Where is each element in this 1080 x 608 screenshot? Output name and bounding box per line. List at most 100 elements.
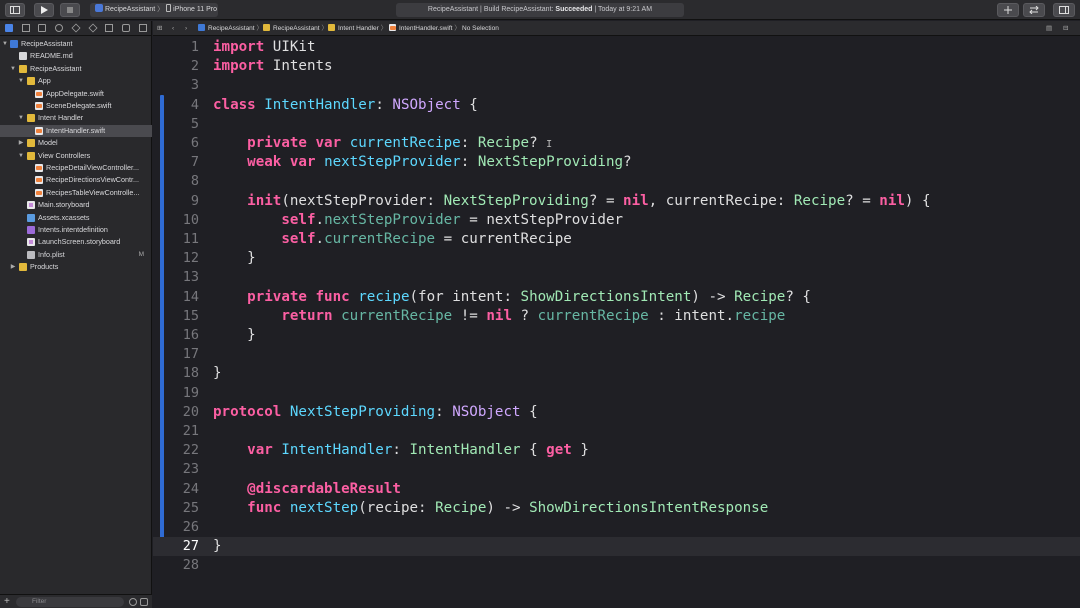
source-control-tab-icon[interactable] xyxy=(22,24,30,32)
tree-item[interactable]: ▶ Products xyxy=(0,261,152,273)
project-navigator: ▼ RecipeAssistant README.md ▼ RecipeAssist… xyxy=(0,21,152,608)
folder-icon xyxy=(27,77,35,86)
code-line[interactable]: 5 xyxy=(153,115,1080,134)
tree-item[interactable]: RecipeDetailViewController... xyxy=(0,162,152,174)
code-line[interactable]: 8 xyxy=(153,172,1080,191)
folder-icon xyxy=(27,114,35,123)
tree-item[interactable]: ▼ RecipeAssistant xyxy=(0,38,152,50)
storyboard-icon xyxy=(27,201,35,210)
inspectors-toggle-button[interactable] xyxy=(1053,3,1075,17)
code-line[interactable]: 12 } xyxy=(153,249,1080,268)
scheme-selector[interactable]: RecipeAssistant 〉 iPhone 11 Pro xyxy=(90,3,218,17)
test-tab-icon[interactable] xyxy=(88,23,98,33)
run-button[interactable] xyxy=(34,3,54,17)
forward-arrow-icon[interactable]: › xyxy=(185,21,187,36)
stop-button[interactable] xyxy=(60,3,80,17)
code-line[interactable]: 25 func nextStep(recipe: Recipe) -> Show… xyxy=(153,499,1080,518)
project-icon xyxy=(10,40,18,48)
scheme-label: RecipeAssistant xyxy=(105,6,156,13)
tree-item[interactable]: Intents.intentdefinition xyxy=(0,224,152,236)
storyboard-icon xyxy=(27,238,35,247)
filter-input[interactable]: Filter xyxy=(16,597,124,607)
code-line[interactable]: 2 import Intents xyxy=(153,57,1080,76)
code-line[interactable]: 23 xyxy=(153,460,1080,479)
add-file-plus-icon[interactable]: + xyxy=(4,595,10,608)
breadcrumb-file[interactable]: IntentHandler.swift 〉 xyxy=(389,21,461,36)
tree-item[interactable]: RecipesTableViewControlle... xyxy=(0,187,152,199)
tree-item[interactable]: Info.plist M xyxy=(0,249,152,261)
hide-navigator-button[interactable] xyxy=(5,3,25,17)
swift-file-icon xyxy=(35,126,43,135)
code-line[interactable]: 7 weak var nextStepProvider: NextStepPro… xyxy=(153,153,1080,172)
library-button[interactable] xyxy=(997,3,1019,17)
code-line[interactable]: 26 xyxy=(153,518,1080,537)
code-line[interactable]: 28 xyxy=(153,556,1080,575)
tree-item[interactable]: ▼ RecipeAssistant xyxy=(0,63,152,75)
source-editor[interactable]: 1 import UIKit 2 import Intents 3 4 class I… xyxy=(153,37,1080,608)
folder-icon xyxy=(19,64,27,73)
text-cursor-icon: I xyxy=(546,139,553,150)
code-line[interactable]: 19 xyxy=(153,384,1080,403)
tree-item[interactable]: RecipeDirectionsViewContr... xyxy=(0,174,152,186)
breadcrumb-folder[interactable]: Intent Handler 〉 xyxy=(328,21,387,36)
code-line[interactable]: 17 xyxy=(153,345,1080,364)
folder-icon xyxy=(328,24,335,31)
navigator-filter-bar: + Filter xyxy=(0,594,152,608)
tree-item[interactable]: Assets.xcassets xyxy=(0,212,152,224)
tree-item[interactable]: ▼ View Controllers xyxy=(0,150,152,162)
code-line[interactable]: 3 xyxy=(153,76,1080,95)
code-review-button[interactable] xyxy=(1023,3,1045,17)
toolbar: RecipeAssistant 〉 iPhone 11 Pro RecipeAss… xyxy=(0,0,1080,20)
swift-file-icon xyxy=(35,176,43,185)
report-tab-icon[interactable] xyxy=(139,24,147,32)
code-line[interactable]: 16 } xyxy=(153,326,1080,345)
folder-icon xyxy=(19,263,27,272)
tree-item[interactable]: ▼ App xyxy=(0,75,152,87)
tree-item[interactable]: ▼ Intent Handler xyxy=(0,112,152,124)
tree-item[interactable]: README.md xyxy=(0,50,152,62)
symbol-tab-icon[interactable] xyxy=(38,24,46,32)
breadcrumb-project[interactable]: RecipeAssistant 〉 xyxy=(198,21,263,36)
folder-tab-icon[interactable] xyxy=(5,24,13,32)
swap-arrows-icon xyxy=(1029,6,1039,14)
tree-item[interactable]: LaunchScreen.storyboard xyxy=(0,236,152,248)
code-line-current[interactable]: 27} xyxy=(153,537,1080,557)
breadcrumb-selection[interactable]: No Selection xyxy=(462,21,499,36)
search-tab-icon[interactable] xyxy=(55,24,63,32)
code-line[interactable]: 15 return currentRecipe != nil ? current… xyxy=(153,307,1080,326)
adjust-editor-icon[interactable]: ▤ xyxy=(1046,21,1052,36)
breakpoint-tab-icon[interactable] xyxy=(122,24,130,32)
recent-files-icon[interactable] xyxy=(129,598,137,606)
related-items-icon[interactable]: ⊞ xyxy=(157,21,162,36)
code-line[interactable]: 4 class IntentHandler: NSObject { xyxy=(153,96,1080,115)
folder-icon xyxy=(27,151,35,160)
play-icon xyxy=(41,6,48,14)
code-line[interactable]: 24 @discardableResult xyxy=(153,480,1080,499)
tree-item[interactable]: AppDelegate.swift xyxy=(0,88,152,100)
code-line[interactable]: 9 init(nextStepProvider: NextStepProvidi… xyxy=(153,192,1080,211)
code-line[interactable]: 10 self.nextStepProvider = nextStepProvi… xyxy=(153,211,1080,230)
tree-item-selected[interactable]: IntentHandler.swift xyxy=(0,124,152,138)
swift-file-icon xyxy=(35,164,43,172)
issue-tab-icon[interactable] xyxy=(71,23,81,33)
code-line[interactable]: 6 private var currentRecipe: Recipe? I xyxy=(153,134,1080,153)
project-icon xyxy=(198,24,205,31)
breadcrumb-group[interactable]: RecipeAssistant 〉 xyxy=(263,21,328,36)
code-line[interactable]: 21 xyxy=(153,422,1080,441)
tree-item[interactable]: Main.storyboard xyxy=(0,199,152,211)
tree-item[interactable]: SceneDelegate.swift xyxy=(0,100,152,112)
code-line[interactable]: 13 xyxy=(153,268,1080,287)
debug-tab-icon[interactable] xyxy=(105,24,113,32)
code-line[interactable]: 14 private func recipe(for intent: ShowD… xyxy=(153,288,1080,307)
activity-time: | Today at 9:21 AM xyxy=(592,6,653,13)
code-line[interactable]: 1 import UIKit xyxy=(153,38,1080,57)
code-line[interactable]: 11 self.currentRecipe = currentRecipe xyxy=(153,230,1080,249)
scm-filter-icon[interactable] xyxy=(140,598,148,606)
tree-item[interactable]: ▶ Model xyxy=(0,137,152,149)
add-editor-icon[interactable]: ⊟ xyxy=(1063,21,1068,36)
code-line[interactable]: 22 var IntentHandler: IntentHandler { ge… xyxy=(153,441,1080,460)
swift-file-icon xyxy=(35,102,43,110)
code-line[interactable]: 18} xyxy=(153,364,1080,383)
back-arrow-icon[interactable]: ‹ xyxy=(172,21,174,36)
code-line[interactable]: 20 protocol NextStepProviding: NSObject { xyxy=(153,403,1080,422)
